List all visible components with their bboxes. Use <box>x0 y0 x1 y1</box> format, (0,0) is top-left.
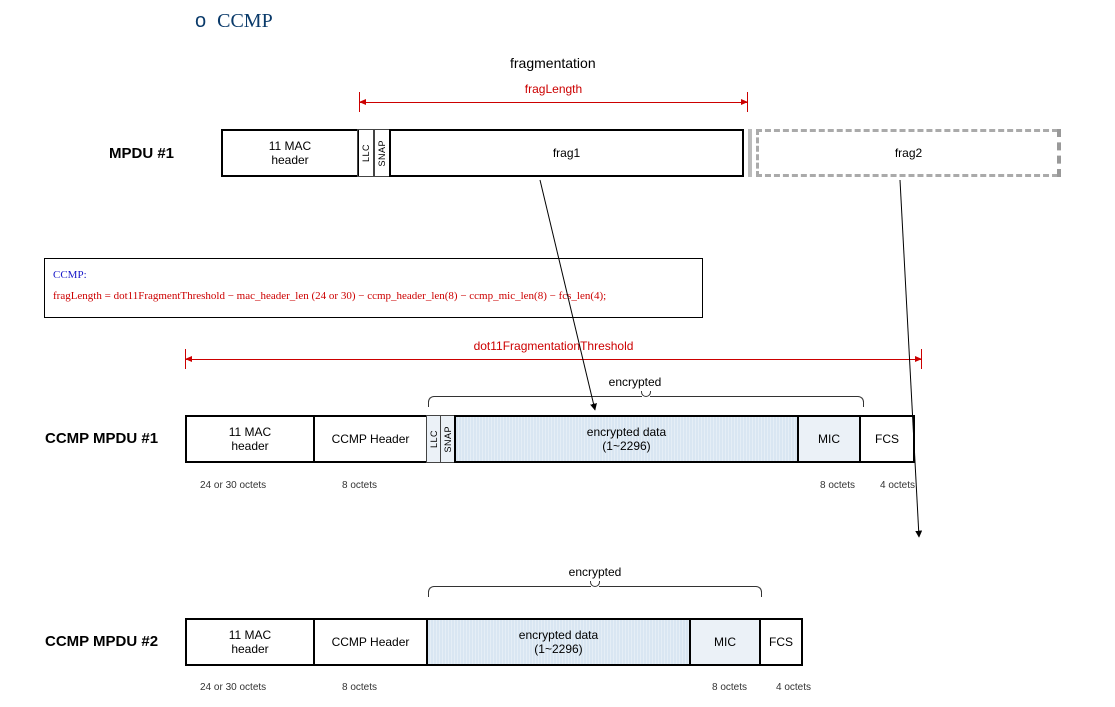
cell-ccmp-header: CCMP Header <box>313 618 428 666</box>
octet-ccmp: 8 octets <box>342 480 377 491</box>
separator <box>748 129 752 177</box>
octet-ccmp: 8 octets <box>342 682 377 693</box>
formula-title: CCMP: <box>53 265 694 286</box>
dash-end-icon <box>1057 129 1061 177</box>
encrypted-label: encrypted <box>595 375 675 389</box>
cell-encrypted-data: encrypted data(1~2296) <box>426 618 691 666</box>
cell-encrypted-data: encrypted data(1~2296) <box>454 415 799 463</box>
dimension-fraglength: fragLength <box>359 88 748 104</box>
cell-mac-header: 11 MACheader <box>185 618 315 666</box>
packet-ccmp1: 11 MACheader CCMP Header LLC SNAP encryp… <box>185 415 915 463</box>
dimension-label: dot11FragmentationThreshold <box>470 339 638 353</box>
row-label-mpdu1: MPDU #1 <box>109 145 174 162</box>
octet-fcs: 4 octets <box>776 682 811 693</box>
cell-fcs: FCS <box>859 415 915 463</box>
cell-mic: MIC <box>797 415 861 463</box>
packet-mpdu1: 11 MACheader LLC SNAP frag1 <box>221 129 744 177</box>
bullet-icon: o <box>195 10 212 32</box>
cell-frag2: frag2 <box>756 129 1058 177</box>
formula-box: CCMP: fragLength = dot11FragmentThreshol… <box>44 258 703 318</box>
octet-mic: 8 octets <box>820 480 855 491</box>
cell-ccmp-header: CCMP Header <box>313 415 428 463</box>
diagram-title: fragmentation <box>510 55 596 71</box>
row-label-ccmp1: CCMP MPDU #1 <box>45 430 158 447</box>
packet-ccmp2: 11 MACheader CCMP Header encrypted data(… <box>185 618 803 666</box>
cell-mic: MIC <box>689 618 761 666</box>
row-label-ccmp2: CCMP MPDU #2 <box>45 633 158 650</box>
dimension-threshold: dot11FragmentationThreshold <box>185 345 922 361</box>
section-heading: o CCMP <box>195 10 273 33</box>
cell-mac-header: 11 MACheader <box>221 129 359 177</box>
cell-mac-header: 11 MACheader <box>185 415 315 463</box>
dimension-label: fragLength <box>521 82 586 96</box>
formula-body: fragLength = dot11FragmentThreshold − ma… <box>53 286 694 307</box>
cell-fcs: FCS <box>759 618 803 666</box>
curly-brace-icon <box>428 396 864 408</box>
encrypted-label: encrypted <box>555 565 635 579</box>
cell-frag1: frag1 <box>389 129 744 177</box>
octet-fcs: 4 octets <box>880 480 915 491</box>
section-title: CCMP <box>217 10 273 32</box>
octet-mac: 24 or 30 octets <box>200 682 266 693</box>
octet-mac: 24 or 30 octets <box>200 480 266 491</box>
curly-brace-icon <box>428 586 762 598</box>
octet-mic: 8 octets <box>712 682 747 693</box>
